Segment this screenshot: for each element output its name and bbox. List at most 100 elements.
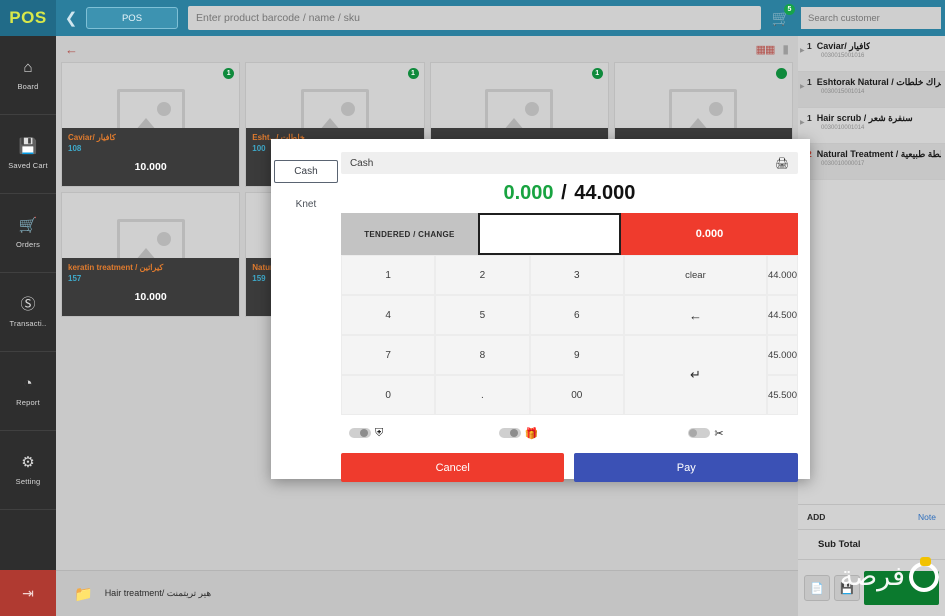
- sidebar-item-label: Report: [16, 397, 40, 407]
- product-card[interactable]: keratin treatment / كيراتين 157 10.000: [61, 192, 241, 317]
- pie-chart-icon: ◔: [23, 374, 33, 392]
- add-label: ADD: [807, 512, 826, 522]
- cart-item-code: 0030015001016: [821, 53, 865, 59]
- cart-item-code: 0030015001014: [821, 89, 865, 95]
- key-1[interactable]: 1: [340, 255, 436, 295]
- sidebar-item-orders[interactable]: 🛒 Orders: [0, 194, 56, 273]
- list-item[interactable]: ▶ 1 Hair scrub / سنفرة شعر 0030010001014: [798, 108, 945, 144]
- cart-items-list: ▶ 1 Caviar/ كافيار 0030015001016 ▶ 1 Esh…: [798, 36, 945, 180]
- scissors-toggle[interactable]: [688, 428, 711, 438]
- sidebar-item-board[interactable]: ⌂ Board: [0, 36, 56, 115]
- app-logo: POS: [0, 0, 56, 36]
- key-0[interactable]: 0: [340, 375, 436, 415]
- due-amount: 44.000: [574, 182, 636, 204]
- key-9[interactable]: 9: [529, 335, 624, 375]
- top-bar: POS ❮ POS 🛒 5: [0, 0, 945, 36]
- totals-display: 0.000 / 44.000: [341, 174, 798, 213]
- tab-pos[interactable]: POS: [86, 7, 178, 29]
- save-icon[interactable]: 💾: [834, 575, 860, 601]
- key-decimal[interactable]: .: [435, 375, 530, 415]
- key-7[interactable]: 7: [340, 335, 436, 375]
- key-8[interactable]: 8: [435, 335, 530, 375]
- shield-toggle[interactable]: [348, 428, 371, 438]
- payment-method-knet[interactable]: Knet: [296, 199, 317, 210]
- printer-icon[interactable]: 🖨: [775, 157, 789, 170]
- payment-modal-title: Cash: [349, 157, 374, 169]
- option-toggles: ⛨ 🎁 ✂: [341, 415, 798, 445]
- payment-modal-body: Cash 🖨 0.000 / 44.000 TENDERED / CHANGE …: [340, 139, 810, 482]
- cart-spacer: [798, 180, 945, 504]
- view-mode-switcher: ▦▦ ▮: [756, 42, 789, 56]
- product-badge: 1: [591, 68, 603, 79]
- key-2[interactable]: 2: [435, 255, 530, 295]
- cart-panel: ▶ 1 Caviar/ كافيار 0030015001016 ▶ 1 Esh…: [798, 36, 945, 616]
- payment-method-label: Cash: [294, 166, 318, 177]
- keypad-operations: clear ← ↵: [623, 255, 767, 415]
- payment-method-cash[interactable]: Cash: [273, 160, 338, 183]
- quick-amount-button[interactable]: 45.000: [766, 335, 798, 375]
- cancel-button[interactable]: Cancel: [340, 453, 565, 482]
- tab-pos-label: POS: [121, 12, 143, 24]
- receipt-icon[interactable]: 📄: [804, 575, 830, 601]
- customer-search-input[interactable]: [801, 7, 941, 29]
- quick-amount-button[interactable]: 44.000: [766, 255, 798, 295]
- shopping-cart-icon: 🛒: [18, 216, 38, 234]
- quick-amount-button[interactable]: 45.500: [766, 375, 798, 415]
- product-badge: 1: [407, 68, 419, 79]
- list-item[interactable]: ▶ 1 Caviar/ كافيار 0030015001016: [798, 36, 945, 72]
- gift-toggle[interactable]: [498, 428, 521, 438]
- key-4[interactable]: 4: [340, 295, 436, 335]
- cart-item-name: Eshtorak Natural / اشتراك خلطات: [816, 77, 941, 87]
- amount-separator: /: [561, 182, 567, 204]
- gift-box-icon: 🎁: [524, 427, 539, 440]
- chevron-left-icon[interactable]: ❮: [56, 0, 86, 36]
- dollar-circle-icon: Ⓢ: [20, 295, 36, 313]
- key-double-zero[interactable]: 00: [529, 375, 624, 415]
- logout-button[interactable]: ⇥: [0, 570, 56, 616]
- backspace-key[interactable]: ←: [623, 295, 767, 335]
- list-item[interactable]: 2 Natural Treatment / خلطة طبيعية 003001…: [798, 144, 945, 180]
- payment-modal: Cash Knet Cash 🖨 0.000 / 44.000 TENDERED…: [271, 139, 810, 482]
- tendered-input[interactable]: [479, 215, 619, 253]
- checkout-button[interactable]: [864, 571, 939, 605]
- cart-button[interactable]: 🛒 5: [761, 0, 801, 36]
- folder-icon: 📁: [74, 585, 93, 603]
- change-amount: 0.000: [620, 213, 798, 255]
- quick-amount-button[interactable]: 44.500: [766, 295, 798, 335]
- pay-button[interactable]: Pay: [574, 453, 798, 482]
- product-stock: 157: [68, 274, 82, 283]
- sidebar-item-transactions[interactable]: Ⓢ Transacti..: [0, 273, 56, 352]
- breadcrumb: 📁 Hair treatment/ هير تريتمنت: [56, 570, 798, 616]
- sidebar-item-setting[interactable]: ⚙ Setting: [0, 431, 56, 510]
- cart-item-qty: 1: [807, 41, 812, 51]
- key-3[interactable]: 3: [529, 255, 624, 295]
- tendered-input-wrap[interactable]: [477, 213, 621, 255]
- cart-item-qty: 1: [807, 77, 812, 87]
- key-6[interactable]: 6: [529, 295, 624, 335]
- arrow-left-icon[interactable]: ←: [65, 42, 78, 57]
- tendered-label: TENDERED / CHANGE: [340, 213, 478, 255]
- clear-key[interactable]: clear: [623, 255, 767, 295]
- product-info: Caviar/ كافيار 108 10.000: [62, 128, 240, 186]
- enter-key[interactable]: ↵: [623, 335, 767, 415]
- app-logo-text: POS: [9, 8, 47, 27]
- numeric-keypad: 1 2 3 4 5 6 7 8 9 0 . 00 clear ← ↵ 44.00…: [340, 255, 798, 415]
- sidebar-item-report[interactable]: ◔ Report: [0, 352, 56, 431]
- toggle-group-scissors: ✂: [608, 427, 798, 440]
- cart-item-name: Caviar/ كافيار: [816, 41, 871, 51]
- sidebar-item-saved-cart[interactable]: 💾 Saved Cart: [0, 115, 56, 194]
- barcode-search-input[interactable]: [188, 6, 761, 30]
- sidebar-item-label: Transacti..: [9, 318, 47, 328]
- folder-view-icon[interactable]: ▮: [782, 42, 789, 56]
- home-icon: ⌂: [23, 58, 33, 76]
- product-price: 10.000: [134, 291, 167, 303]
- chevron-right-icon: ▶: [800, 48, 805, 54]
- note-link[interactable]: Note: [918, 512, 936, 522]
- grid-view-icon[interactable]: ▦▦: [756, 43, 776, 56]
- key-5[interactable]: 5: [435, 295, 530, 335]
- toggle-group-shield: ⛨: [341, 427, 459, 440]
- quick-amounts: 44.000 44.500 45.000 45.500: [766, 255, 798, 415]
- product-name: Caviar/ كافيار: [68, 133, 116, 142]
- product-card[interactable]: 1 Caviar/ كافيار 108 10.000: [61, 62, 241, 187]
- list-item[interactable]: ▶ 1 Eshtorak Natural / اشتراك خلطات 0030…: [798, 72, 945, 108]
